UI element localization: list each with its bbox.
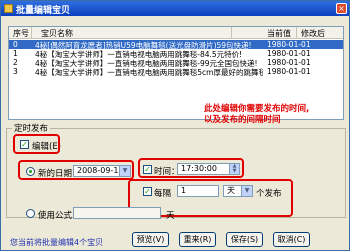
schedule-group-title: 定时发布: [12, 122, 51, 134]
header-num[interactable]: 序号: [13, 28, 29, 39]
table-row[interactable]: 2 4秘【淘宝大学讲师】一直销电视电脑两用跳舞毯-99元全国包快递! 1980-01…: [9, 58, 343, 68]
row-name: 4秘【淘宝大学讲师】一直销电视电脑两用跳舞毯5cm厚最好的跳舞毯: [35, 68, 263, 77]
header-name[interactable]: 宝贝名称: [41, 28, 73, 39]
formula-input[interactable]: [73, 207, 161, 219]
close-button[interactable]: ×: [336, 3, 347, 14]
formula-radio[interactable]: [26, 209, 35, 218]
row-num: 1: [13, 49, 18, 58]
reset-button[interactable]: 重来(R): [179, 232, 216, 247]
cancel-button[interactable]: 取消(C): [273, 232, 310, 247]
edit-highlight: [13, 134, 60, 154]
table-row[interactable]: 1 4秘【淘宝大学讲师】一直销电视电脑两用跳舞毯-84.5元特价! 1980-01-…: [9, 49, 343, 59]
header-current[interactable]: 当前值: [267, 28, 291, 39]
red-annotation: 此处编辑你需要发布的时间, 以及发布的间隔时间: [204, 104, 334, 126]
annotation-line-1: 此处编辑你需要发布的时间,: [204, 104, 310, 114]
app-icon: [4, 4, 13, 13]
row-date: 1980-01-01: [267, 49, 311, 58]
row-num: 2: [13, 58, 18, 67]
preview-button[interactable]: 预览(V): [132, 232, 169, 247]
table-row[interactable]: 3 4秘【淘宝大学讲师】一直销电视电脑两用跳舞毯5cm厚最好的跳舞毯 1980-01…: [9, 67, 343, 77]
annotation-line-2: 以及发布的间隔时间: [204, 115, 281, 125]
date-highlight: [18, 160, 134, 180]
row-num: 3: [13, 67, 18, 76]
row-date: 1980-01-01: [267, 58, 311, 67]
batch-edit-window: 批量编辑宝贝 × 序号 宝贝名称 当前值 修改后 0 4秘[偶然阿育龙愿者]热销U…: [0, 0, 350, 251]
formula-unit: 天: [166, 211, 175, 221]
save-button[interactable]: 保存(S): [226, 232, 263, 247]
row-date: 1980-01-01: [267, 40, 311, 49]
header-modified[interactable]: 修改后: [301, 28, 325, 39]
title-bar: 批量编辑宝贝 ×: [1, 1, 349, 16]
time-highlight: [138, 158, 244, 178]
status-text: 您当前将批量编辑4个宝贝: [10, 238, 104, 247]
row-date: 1980-01-01: [267, 67, 311, 76]
formula-label: 使用公式: [38, 211, 73, 221]
window-title: 批量编辑宝贝: [16, 6, 71, 16]
row-num: 0: [13, 40, 18, 49]
table-row[interactable]: 0 4秘[偶然阿育龙愿者]热销U59电脑舞毯(送光盘防滑片)59包快递! 1980-…: [9, 40, 343, 50]
table-header: 序号 宝贝名称 当前值 修改后: [9, 27, 343, 39]
